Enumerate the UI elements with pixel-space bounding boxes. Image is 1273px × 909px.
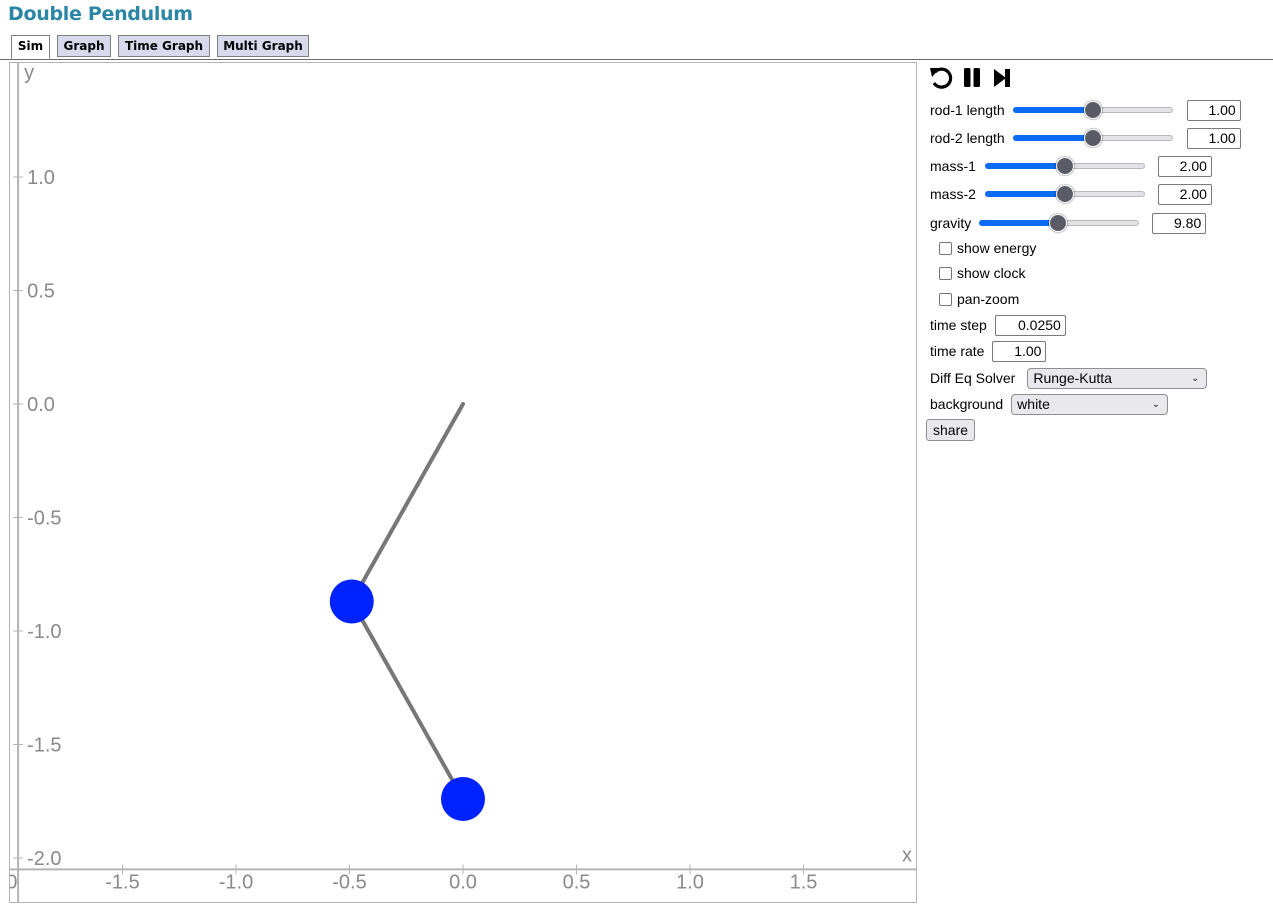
time-step-control: time step (930, 313, 1066, 337)
rod-1 (349, 402, 465, 604)
mass-1-input[interactable] (1157, 155, 1212, 177)
tab-bar: Sim Graph Time Graph Multi Graph (0, 35, 1273, 60)
slider-thumb[interactable] (1055, 185, 1074, 203)
slider-thumb[interactable] (1083, 129, 1102, 147)
pause-button[interactable] (960, 64, 988, 92)
bob-1[interactable] (329, 579, 374, 624)
rod-2-length-input[interactable] (1186, 127, 1241, 149)
background-control: background white ⌄ (930, 392, 1169, 416)
show-energy-checkbox[interactable] (939, 241, 952, 255)
rod-1-length-input[interactable] (1186, 99, 1241, 121)
pan-zoom-label: pan-zoom (957, 291, 1020, 307)
tab-time-graph[interactable]: Time Graph (118, 35, 210, 57)
y-tick-label: -1.5 (27, 735, 61, 757)
tab-multi-graph[interactable]: Multi Graph (217, 35, 309, 57)
chevron-down-icon: ⌄ (1151, 398, 1161, 410)
x-tick-label: -1.0 (219, 871, 253, 893)
pan-zoom-option[interactable]: pan-zoom (939, 289, 1019, 309)
slider-thumb[interactable] (1048, 214, 1067, 232)
y-tick-label: -0.5 (27, 508, 61, 530)
show-clock-label: show clock (957, 265, 1026, 281)
time-step-label: time step (930, 317, 987, 333)
solver-control: Diff Eq Solver Runge-Kutta ⌄ (930, 366, 1208, 390)
rod-2 (349, 599, 465, 801)
rod-2-length-control: rod-2 length (930, 126, 1241, 150)
page-title: Double Pendulum (8, 3, 193, 25)
y-tick-label: 0.0 (27, 394, 55, 416)
y-tick-label: -2.0 (27, 848, 61, 870)
mass-1-control: mass-1 (930, 154, 1212, 178)
rod-2-length-label: rod-2 length (930, 130, 1005, 146)
time-rate-input[interactable] (992, 340, 1047, 362)
show-energy-label: show energy (957, 240, 1037, 256)
background-selected-value: white (1017, 395, 1050, 412)
solver-label: Diff Eq Solver (930, 370, 1016, 386)
rod-1-length-control: rod-1 length (930, 98, 1241, 122)
reset-icon (930, 67, 953, 89)
mass-1-slider[interactable] (984, 156, 1145, 176)
x-tick-label: 0.0 (449, 871, 477, 893)
tab-sim[interactable]: Sim (11, 35, 50, 59)
background-label: background (930, 396, 1004, 412)
x-axis-label: x (902, 844, 912, 866)
step-button[interactable] (990, 64, 1018, 92)
rod-1-length-slider[interactable] (1012, 100, 1173, 120)
slider-thumb[interactable] (1055, 157, 1074, 175)
pan-zoom-checkbox[interactable] (939, 292, 952, 306)
time-step-input[interactable] (994, 314, 1066, 336)
x-tick-label: -1.5 (105, 871, 139, 893)
x-tick-label: .0 (9, 871, 17, 893)
show-clock-option[interactable]: show clock (939, 263, 1025, 283)
slider-thumb[interactable] (1083, 101, 1102, 119)
mass-2-control: mass-2 (930, 182, 1212, 206)
x-tick-label: 1.0 (676, 871, 704, 893)
simulation-canvas[interactable]: .0 -1.5 -1.0 -0.5 0.0 0.5 1.0 1.5 1.0 0.5 0.0 -0.5 -… (9, 62, 917, 903)
gravity-label: gravity (930, 215, 972, 231)
simulation-view: .0 -1.5 -1.0 -0.5 0.0 0.5 1.0 1.5 1.0 0.5 0.0 -0.5 -… (9, 62, 916, 902)
pause-icon (964, 68, 980, 87)
time-rate-label: time rate (930, 343, 985, 359)
rod-1-length-label: rod-1 length (930, 102, 1005, 118)
x-tick-label: 0.5 (563, 871, 591, 893)
mass-2-input[interactable] (1157, 183, 1212, 205)
tab-graph[interactable]: Graph (57, 35, 111, 57)
background-select[interactable]: white ⌄ (1011, 393, 1169, 415)
gravity-slider[interactable] (979, 213, 1140, 233)
x-tick-label: -0.5 (332, 871, 366, 893)
solver-select[interactable]: Runge-Kutta ⌄ (1027, 367, 1208, 389)
mass-1-label: mass-1 (930, 158, 976, 174)
gravity-control: gravity (930, 211, 1207, 235)
y-tick-label: 1.0 (27, 167, 55, 189)
bob-2[interactable] (441, 776, 485, 821)
show-energy-option[interactable]: show energy (939, 238, 1036, 258)
y-axis-label: y (24, 62, 34, 84)
mass-2-slider[interactable] (984, 184, 1145, 204)
rod-2-length-slider[interactable] (1012, 128, 1173, 148)
gravity-input[interactable] (1152, 212, 1207, 234)
share-button[interactable]: share (926, 419, 976, 441)
solver-selected-value: Runge-Kutta (1033, 369, 1112, 386)
chevron-down-icon: ⌄ (1190, 372, 1200, 384)
y-tick-label: -1.0 (27, 621, 61, 643)
x-tick-label: 1.5 (790, 871, 818, 893)
step-forward-icon (994, 69, 1010, 87)
show-clock-checkbox[interactable] (939, 266, 952, 280)
axes: .0 -1.5 -1.0 -0.5 0.0 0.5 1.0 1.5 1.0 0.5 0.0 -0.5 -… (9, 62, 916, 902)
reset-button[interactable] (928, 64, 956, 92)
mass-2-label: mass-2 (930, 186, 976, 202)
time-rate-control: time rate (930, 339, 1047, 363)
y-tick-label: 0.5 (27, 281, 55, 303)
